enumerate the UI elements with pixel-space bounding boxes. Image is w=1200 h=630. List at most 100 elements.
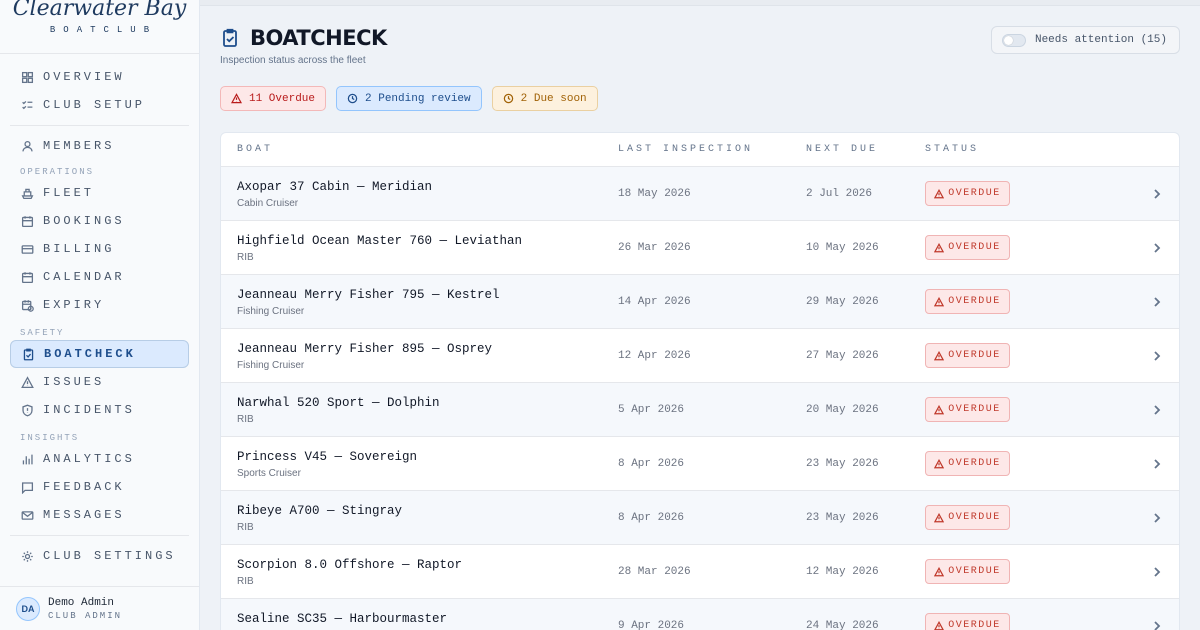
table-row[interactable]: Jeanneau Merry Fisher 795 — Kestrel Fishi… xyxy=(221,275,1179,329)
column-header-next-due[interactable]: NEXT DUE xyxy=(806,144,878,155)
chevron-right-icon[interactable] xyxy=(1151,619,1163,630)
sidebar-item-label: CALENDAR xyxy=(43,270,125,284)
next-due-date: 10 May 2026 xyxy=(806,242,879,254)
sidebar-item-label: ANALYTICS xyxy=(43,452,135,466)
needs-attention-label: Needs attention (15) xyxy=(1034,34,1167,46)
sidebar-item-billing[interactable]: BILLING xyxy=(10,235,189,263)
clipboard-check-icon xyxy=(21,347,35,361)
calendar-icon xyxy=(20,270,34,284)
boat-name: Jeanneau Merry Fisher 795 — Kestrel xyxy=(237,288,500,302)
checklist-icon xyxy=(20,98,34,112)
chevron-right-icon[interactable] xyxy=(1151,187,1163,199)
table-row[interactable]: Princess V45 — Sovereign Sports Cruiser 8 … xyxy=(221,437,1179,491)
boat-name: Jeanneau Merry Fisher 895 — Osprey xyxy=(237,342,493,356)
table-row[interactable]: Scorpion 8.0 Offshore — Raptor RIB 28 Mar … xyxy=(221,545,1179,599)
sidebar-item-club-settings[interactable]: CLUB SETTINGS xyxy=(10,542,189,570)
overdue-chip[interactable]: 11 Overdue xyxy=(220,86,327,111)
status-label: OVERDUE xyxy=(948,512,1001,523)
boat-name: Axopar 37 Cabin — Meridian xyxy=(237,180,433,194)
table-row[interactable]: Ribeye A700 — Stingray RIB 8 Apr 2026 23 Ma… xyxy=(221,491,1179,545)
chevron-right-icon[interactable] xyxy=(1151,511,1163,523)
table-row[interactable]: Highfield Ocean Master 760 — Leviathan RI… xyxy=(221,221,1179,275)
status-badge: OVERDUE xyxy=(925,343,1010,368)
sidebar-item-label: BOATCHECK xyxy=(44,347,136,361)
table-row[interactable]: Sealine SC35 — Harbourmaster 9 Apr 2026 24… xyxy=(221,599,1179,630)
calendar-icon xyxy=(20,214,34,228)
main-content: BOATCHECK Inspection status across the f… xyxy=(200,0,1200,630)
sidebar-item-calendar[interactable]: CALENDAR xyxy=(10,263,189,291)
due-soon-chip[interactable]: 2 Due soon xyxy=(491,86,598,111)
next-due-date: 23 May 2026 xyxy=(806,512,879,524)
chevron-right-icon[interactable] xyxy=(1151,457,1163,469)
sidebar-item-label: MESSAGES xyxy=(43,508,125,522)
last-inspection-date: 26 Mar 2026 xyxy=(618,242,691,254)
sidebar-item-club-setup[interactable]: CLUB SETUP xyxy=(10,91,189,119)
warning-icon xyxy=(934,242,945,252)
sidebar-item-messages[interactable]: MESSAGES xyxy=(10,501,189,529)
toggle-switch[interactable] xyxy=(1001,33,1026,47)
last-inspection-date: 9 Apr 2026 xyxy=(618,620,685,630)
message-square-icon xyxy=(20,480,34,494)
table-row[interactable]: Jeanneau Merry Fisher 895 — Osprey Fishin… xyxy=(221,329,1179,383)
chevron-right-icon[interactable] xyxy=(1151,295,1163,307)
sidebar-item-analytics[interactable]: ANALYTICS xyxy=(10,445,189,473)
club-logo[interactable]: Clearwater Bay BOATCLUB xyxy=(0,0,199,54)
page-header: BOATCHECK xyxy=(220,26,387,50)
sidebar-item-overview[interactable]: OVERVIEW xyxy=(10,63,189,91)
chevron-right-icon[interactable] xyxy=(1151,565,1163,577)
boat-name: Highfield Ocean Master 760 — Leviathan xyxy=(237,234,523,248)
avatar: DA xyxy=(16,596,40,621)
table-row[interactable]: Narwhal 520 Sport — Dolphin RIB 5 Apr 2026… xyxy=(221,383,1179,437)
sidebar-item-incidents[interactable]: INCIDENTS xyxy=(10,396,189,424)
sidebar-item-fleet[interactable]: FLEET xyxy=(10,179,189,207)
pending-review-chip[interactable]: 2 Pending review xyxy=(336,86,482,111)
sidebar-divider xyxy=(10,535,189,536)
needs-attention-toggle[interactable]: Needs attention (15) xyxy=(990,26,1180,54)
column-header-status[interactable]: STATUS xyxy=(925,144,979,155)
chevron-right-icon[interactable] xyxy=(1151,403,1163,415)
boat-type: Cabin Cruiser xyxy=(237,198,299,209)
table-row[interactable]: Axopar 37 Cabin — Meridian Cabin Cruiser 1… xyxy=(221,167,1179,221)
sidebar-item-members[interactable]: MEMBERS xyxy=(10,132,189,160)
warning-icon xyxy=(934,350,945,360)
sidebar-item-label: CLUB SETUP xyxy=(43,98,146,112)
warning-icon xyxy=(934,296,945,306)
sidebar-item-label: CLUB SETTINGS xyxy=(43,549,176,563)
clock-icon xyxy=(347,93,358,104)
warning-icon xyxy=(934,620,945,630)
sidebar-item-issues[interactable]: ISSUES xyxy=(10,368,189,396)
warning-icon xyxy=(934,188,945,198)
table-header: BOAT LAST INSPECTION NEXT DUE STATUS xyxy=(221,133,1179,167)
status-label: OVERDUE xyxy=(948,620,1001,630)
status-label: OVERDUE xyxy=(948,566,1001,577)
sidebar-item-boatcheck[interactable]: BOATCHECK xyxy=(10,340,189,368)
column-header-boat[interactable]: BOAT xyxy=(237,144,273,155)
next-due-date: 24 May 2026 xyxy=(806,620,879,630)
user-name: Demo Admin xyxy=(48,596,115,609)
shield-alert-icon xyxy=(20,403,34,417)
sidebar-item-bookings[interactable]: BOOKINGS xyxy=(10,207,189,235)
status-badge: OVERDUE xyxy=(925,505,1010,530)
sidebar-item-feedback[interactable]: FEEDBACK xyxy=(10,473,189,501)
status-label: OVERDUE xyxy=(948,242,1001,253)
chevron-right-icon[interactable] xyxy=(1151,349,1163,361)
next-due-date: 12 May 2026 xyxy=(806,566,879,578)
column-header-last-inspection[interactable]: LAST INSPECTION xyxy=(618,144,753,155)
user-profile[interactable]: DA Demo Admin CLUB ADMIN xyxy=(0,586,199,630)
next-due-date: 29 May 2026 xyxy=(806,296,879,308)
chevron-right-icon[interactable] xyxy=(1151,241,1163,253)
status-badge: OVERDUE xyxy=(925,235,1010,260)
status-label: OVERDUE xyxy=(948,350,1001,361)
clipboard-check-icon xyxy=(220,28,240,48)
sidebar-item-expiry[interactable]: EXPIRY xyxy=(10,291,189,319)
last-inspection-date: 18 May 2026 xyxy=(618,188,691,200)
sidebar-item-label: INCIDENTS xyxy=(43,403,135,417)
boat-type: RIB xyxy=(237,414,254,425)
boat-name: Sealine SC35 — Harbourmaster xyxy=(237,612,448,626)
user-role: CLUB ADMIN xyxy=(48,610,123,621)
boat-type: RIB xyxy=(237,576,254,587)
sidebar-item-label: BILLING xyxy=(43,242,115,256)
logo-subtitle: BOATCLUB xyxy=(49,25,158,35)
last-inspection-date: 5 Apr 2026 xyxy=(618,404,685,416)
chip-label: 2 Due soon xyxy=(520,92,587,105)
